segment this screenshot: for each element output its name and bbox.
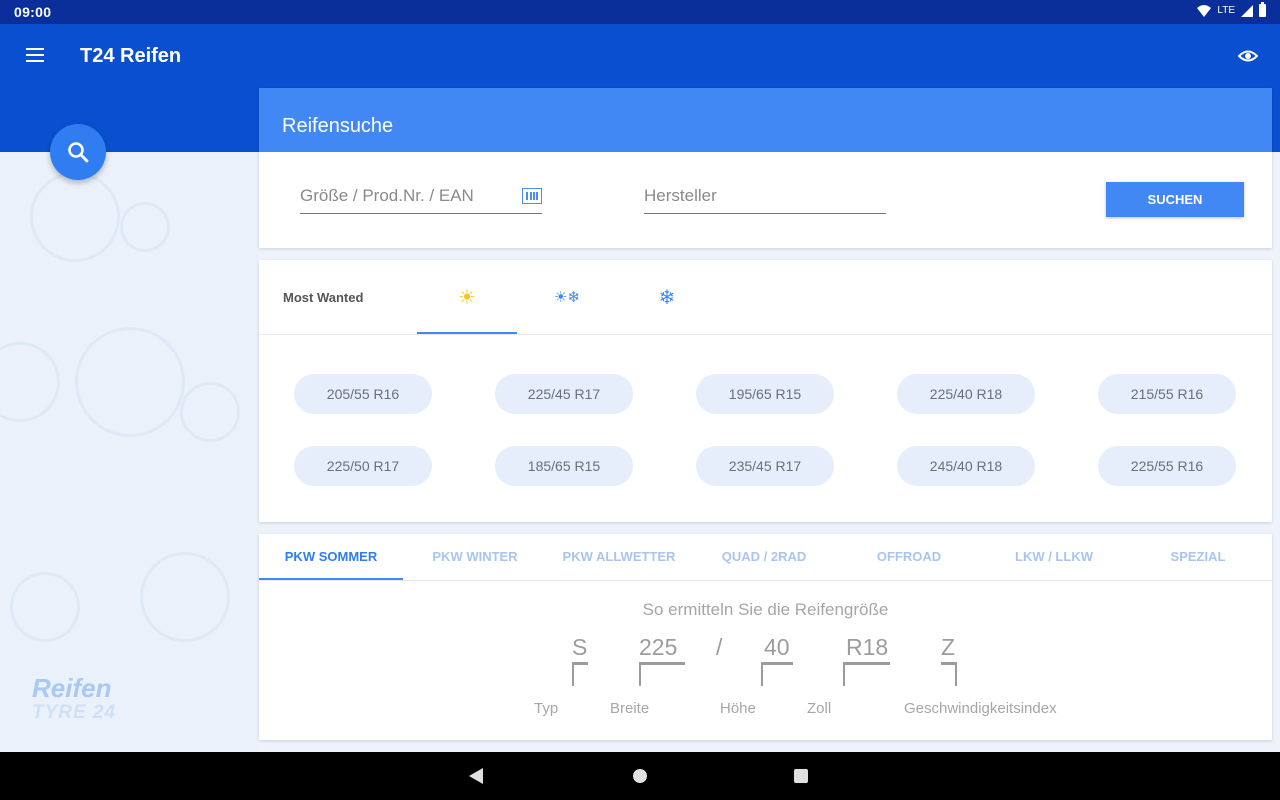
menu-icon[interactable] (20, 44, 52, 68)
most-wanted-card: Most Wanted ☀ ☀❄ ❄ 205/55 R16 225/45 R17… (259, 260, 1272, 522)
status-icons: LTE (1197, 2, 1266, 17)
size-part-speed: Z (941, 634, 956, 660)
manufacturer-placeholder: Hersteller (644, 186, 717, 205)
tab-pkw-sommer[interactable]: PKW SOMMER (259, 534, 403, 580)
bracket-rim (843, 662, 890, 686)
label-type: Typ (534, 700, 559, 717)
barcode-icon[interactable] (522, 188, 542, 204)
divider (259, 580, 1272, 581)
bracket-height (761, 662, 793, 686)
signal-icon (1241, 4, 1253, 17)
label-width: Breite (610, 700, 650, 717)
status-bar: 09:00 LTE (0, 0, 1280, 24)
size-part-rim: R18 (846, 634, 889, 660)
back-icon[interactable] (469, 768, 483, 784)
size-chip[interactable]: 225/45 R17 (495, 374, 633, 414)
status-time: 09:00 (14, 4, 52, 20)
size-part-type: S (572, 634, 588, 660)
search-fab[interactable] (50, 124, 106, 180)
label-height: Höhe (720, 700, 756, 717)
most-wanted-label: Most Wanted (283, 290, 364, 305)
tab-offroad[interactable]: OFFROAD (837, 534, 981, 580)
wifi-icon (1197, 4, 1212, 17)
bracket-width (639, 662, 685, 686)
tab-all-season[interactable]: ☀❄ (517, 260, 617, 334)
all-season-icon: ☀❄ (553, 289, 580, 306)
manufacturer-input[interactable]: Hersteller (644, 184, 886, 214)
size-chip[interactable]: 225/40 R18 (897, 374, 1035, 414)
label-speed-index: Geschwindigkeitsindex (904, 700, 1057, 717)
sun-icon: ☀ (458, 286, 476, 309)
bracket-type (572, 662, 588, 686)
tab-winter[interactable]: ❄ (617, 260, 717, 334)
search-title: Reifensuche (259, 88, 1272, 152)
size-chip[interactable]: 215/55 R16 (1098, 374, 1236, 414)
tab-pkw-winter[interactable]: PKW WINTER (403, 534, 547, 580)
battery-icon (1259, 2, 1266, 17)
size-guide-title: So ermitteln Sie die Reifengröße (642, 600, 889, 619)
reifen-logo: Reifen TYRE 24 (32, 674, 116, 724)
logo-line-2: TYRE 24 (32, 702, 117, 723)
size-part-width: 225 (639, 634, 678, 660)
size-part-height: 40 (764, 634, 790, 660)
tab-summer[interactable]: ☀ (417, 260, 517, 334)
app-bar: T24 Reifen (0, 24, 1280, 88)
background-pattern (0, 152, 258, 752)
tab-quad-2rad[interactable]: QUAD / 2RAD (692, 534, 836, 580)
size-chip[interactable]: 235/45 R17 (696, 446, 834, 486)
label-rim: Zoll (807, 700, 832, 717)
size-chip[interactable]: 205/55 R16 (294, 374, 432, 414)
bracket-speed (941, 662, 957, 686)
search-icon (68, 142, 89, 163)
eye-icon[interactable] (1238, 46, 1258, 66)
system-nav-bar (0, 752, 1280, 800)
size-guide-card: PKW SOMMER PKW WINTER PKW ALLWETTER QUAD… (259, 534, 1272, 740)
search-button[interactable]: SUCHEN (1106, 182, 1244, 217)
home-icon[interactable] (633, 769, 647, 783)
tab-lkw-llkw[interactable]: LKW / LLKW (982, 534, 1126, 580)
size-chip[interactable]: 225/50 R17 (294, 446, 432, 486)
size-search-input[interactable]: Größe / Prod.Nr. / EAN (300, 184, 542, 214)
size-placeholder: Größe / Prod.Nr. / EAN (300, 186, 474, 205)
size-part-separator: / (716, 634, 723, 660)
size-chip[interactable]: 185/65 R15 (495, 446, 633, 486)
size-chip[interactable]: 245/40 R18 (897, 446, 1035, 486)
search-card: Reifensuche Größe / Prod.Nr. / EAN Herst… (259, 88, 1272, 248)
tab-pkw-allwetter[interactable]: PKW ALLWETTER (547, 534, 691, 580)
logo-line-1: Reifen (32, 673, 112, 703)
size-chip[interactable]: 225/55 R16 (1098, 446, 1236, 486)
snowflake-icon: ❄ (658, 286, 676, 309)
size-chip[interactable]: 195/65 R15 (696, 374, 834, 414)
divider (259, 334, 1272, 335)
recent-apps-icon[interactable] (794, 769, 808, 783)
tab-spezial[interactable]: SPEZIAL (1126, 534, 1270, 580)
app-title: T24 Reifen (80, 45, 182, 67)
network-label: LTE (1217, 5, 1235, 16)
